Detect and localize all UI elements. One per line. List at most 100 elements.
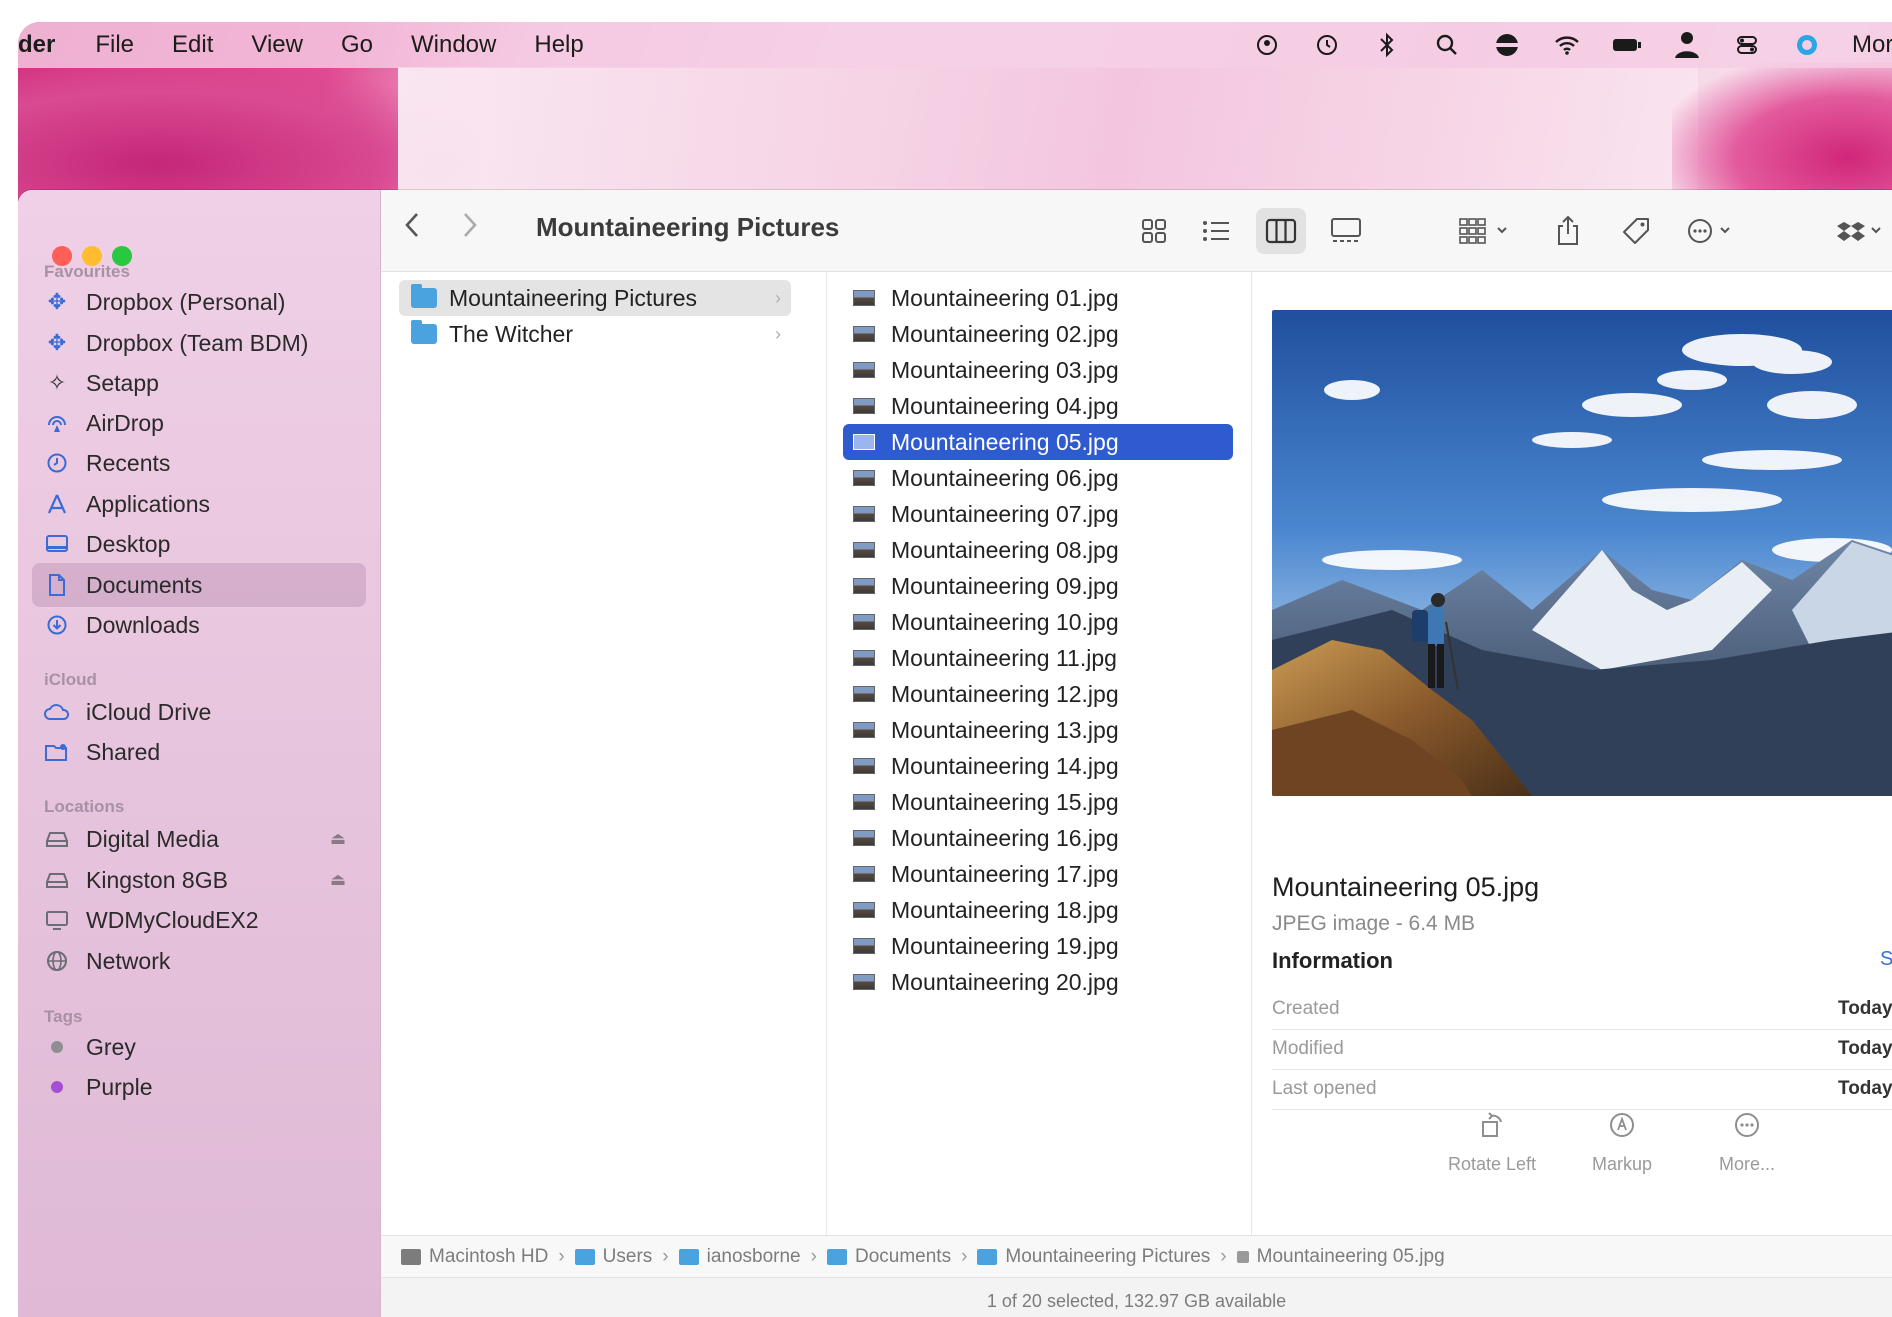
siri-icon[interactable] — [1792, 30, 1822, 60]
sidebar-item-downloads[interactable]: Downloads — [32, 603, 366, 647]
file-name: Mountaineering 06.jpg — [891, 464, 1119, 491]
menu-file[interactable]: File — [95, 31, 134, 59]
file-row[interactable]: Mountaineering 01.jpg — [843, 280, 1233, 316]
file-row[interactable]: Mountaineering 06.jpg — [843, 460, 1233, 496]
markup-icon — [1567, 1110, 1677, 1148]
menu-go[interactable]: Go — [341, 31, 373, 59]
file-row[interactable]: Mountaineering 10.jpg — [843, 604, 1233, 640]
list-view-button[interactable] — [1191, 208, 1241, 254]
sidebar-tag-grey[interactable]: Grey — [32, 1025, 366, 1069]
file-name: Mountaineering 20.jpg — [891, 968, 1119, 995]
sidebar-item-label: Dropbox (Team BDM) — [86, 329, 309, 356]
tag-button[interactable] — [1611, 208, 1661, 254]
sidebar-tag-purple[interactable]: Purple — [32, 1065, 366, 1109]
path-separator-icon: › — [961, 1245, 968, 1267]
menu-view[interactable]: View — [251, 31, 303, 59]
file-name: Mountaineering 04.jpg — [891, 392, 1119, 419]
image-thumbnail-icon — [853, 974, 875, 990]
dropbox-toolbar-button[interactable] — [1829, 208, 1892, 254]
sidebar-item-setapp[interactable]: ✧ Setapp — [32, 361, 366, 405]
path-segment[interactable]: Users — [574, 1245, 653, 1268]
rotate-left-button[interactable]: Rotate Left — [1437, 1110, 1547, 1175]
back-button[interactable] — [401, 208, 423, 251]
sidebar-item-shared[interactable]: Shared — [32, 730, 366, 774]
path-segment[interactable]: Macintosh HD — [401, 1246, 548, 1268]
path-segment[interactable]: Mountaineering Pictures — [977, 1246, 1210, 1268]
column-view-button[interactable] — [1256, 208, 1306, 254]
menu-help[interactable]: Help — [534, 31, 583, 59]
menu-bar-clock[interactable]: Mor — [1852, 31, 1892, 59]
path-label: Documents — [854, 1245, 952, 1267]
path-label: Users — [602, 1245, 653, 1267]
wifi-icon[interactable] — [1552, 30, 1582, 60]
search-icon[interactable] — [1432, 30, 1462, 60]
file-row[interactable]: Mountaineering 08.jpg — [843, 532, 1233, 568]
file-row[interactable]: Mountaineering 12.jpg — [843, 676, 1233, 712]
battery-icon[interactable] — [1612, 30, 1642, 60]
sidebar-item-documents[interactable]: Documents — [32, 563, 366, 607]
menu-window[interactable]: Window — [411, 31, 496, 59]
file-row[interactable]: Mountaineering 18.jpg — [843, 892, 1233, 928]
file-row[interactable]: Mountaineering 17.jpg — [843, 856, 1233, 892]
file-row[interactable]: Mountaineering 20.jpg — [843, 964, 1233, 1000]
sidebar-item-kingston[interactable]: Kingston 8GB ⏏ — [32, 858, 366, 902]
control-center-icon[interactable] — [1732, 30, 1762, 60]
sidebar-item-desktop[interactable]: Desktop — [32, 522, 366, 566]
menu-edit[interactable]: Edit — [172, 31, 213, 59]
sidebar-item-label: Purple — [86, 1073, 153, 1100]
file-row[interactable]: Mountaineering 04.jpg — [843, 388, 1233, 424]
file-row[interactable]: Mountaineering 09.jpg — [843, 568, 1233, 604]
path-segment[interactable]: ianosborne — [678, 1246, 801, 1268]
folder-row[interactable]: Mountaineering Pictures › — [399, 280, 791, 316]
eject-icon[interactable]: ⏏ — [330, 870, 346, 890]
sidebar-item-applications[interactable]: Applications — [32, 482, 366, 526]
image-thumbnail-icon — [853, 686, 875, 702]
action-menu-button[interactable] — [1681, 208, 1745, 254]
share-button[interactable] — [1543, 208, 1593, 254]
file-row[interactable]: Mountaineering 03.jpg — [843, 352, 1233, 388]
user-silhouette-icon[interactable] — [1672, 30, 1702, 60]
file-row[interactable]: Mountaineering 13.jpg — [843, 712, 1233, 748]
folder-row[interactable]: The Witcher › — [399, 316, 791, 352]
file-row[interactable]: Mountaineering 16.jpg — [843, 820, 1233, 856]
path-segment[interactable]: Mountaineering 05.jpg — [1236, 1246, 1445, 1268]
sidebar-item-wdmycloud[interactable]: WDMyCloudEX2 — [32, 898, 366, 942]
gallery-view-button[interactable] — [1321, 208, 1371, 254]
group-button[interactable] — [1451, 208, 1521, 254]
sidebar-item-recents[interactable]: Recents — [32, 441, 366, 485]
sidebar-item-icloud-drive[interactable]: iCloud Drive — [32, 690, 366, 734]
file-name: Mountaineering 02.jpg — [891, 320, 1119, 347]
user-circle-icon[interactable] — [1252, 30, 1282, 60]
sidebar-item-label: AirDrop — [86, 409, 164, 436]
sidebar-item-airdrop[interactable]: AirDrop — [32, 401, 366, 445]
file-row-selected[interactable]: Mountaineering 05.jpg — [843, 424, 1233, 460]
sidebar-item-dropbox-personal[interactable]: ✥ Dropbox (Personal) — [32, 280, 366, 324]
path-segment[interactable]: Documents — [826, 1245, 952, 1268]
icon-view-button[interactable] — [1129, 208, 1179, 254]
menu-app-name[interactable]: der — [18, 31, 55, 59]
bluetooth-icon[interactable] — [1372, 30, 1402, 60]
sidebar-item-network[interactable]: Network — [32, 939, 366, 983]
file-row[interactable]: Mountaineering 19.jpg — [843, 928, 1233, 964]
more-actions-button[interactable]: More... — [1692, 1110, 1802, 1175]
image-thumbnail-icon — [853, 290, 875, 306]
show-more-link[interactable]: S — [1880, 948, 1892, 971]
file-row[interactable]: Mountaineering 14.jpg — [843, 748, 1233, 784]
eject-icon[interactable]: ⏏ — [330, 829, 346, 849]
file-name: Mountaineering 14.jpg — [891, 752, 1119, 779]
time-machine-icon[interactable] — [1312, 30, 1342, 60]
sidebar-item-dropbox-team[interactable]: ✥ Dropbox (Team BDM) — [32, 321, 366, 365]
file-row[interactable]: Mountaineering 15.jpg — [843, 784, 1233, 820]
file-row[interactable]: Mountaineering 02.jpg — [843, 316, 1233, 352]
sidebar-item-label: Dropbox (Personal) — [86, 288, 286, 315]
forward-button[interactable] — [459, 208, 481, 251]
applications-icon — [42, 493, 72, 515]
preview-image[interactable] — [1272, 310, 1892, 796]
group-icon — [1459, 218, 1507, 244]
file-row[interactable]: Mountaineering 07.jpg — [843, 496, 1233, 532]
file-row[interactable]: Mountaineering 11.jpg — [843, 640, 1233, 676]
vpn-icon[interactable] — [1492, 30, 1522, 60]
sidebar-item-digital-media[interactable]: Digital Media ⏏ — [32, 817, 366, 861]
airdrop-icon — [42, 412, 72, 434]
markup-button[interactable]: Markup — [1567, 1110, 1677, 1175]
